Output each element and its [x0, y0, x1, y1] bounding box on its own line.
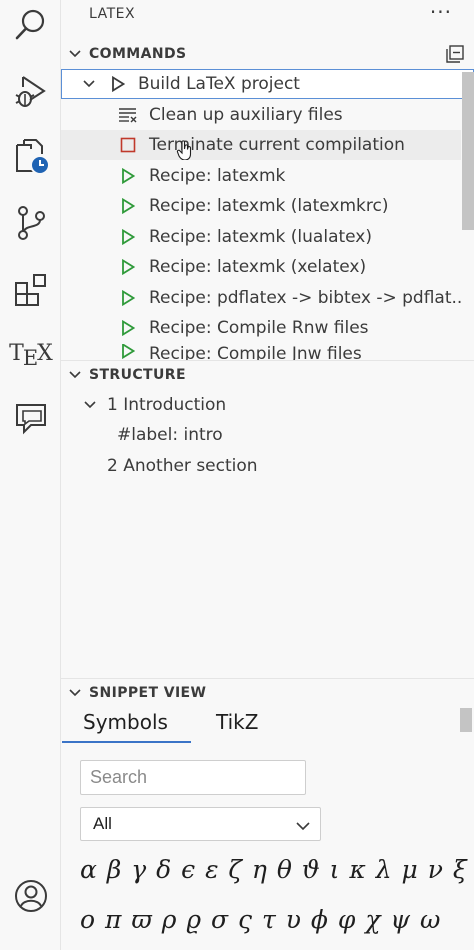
search-placeholder: Search [90, 767, 148, 787]
command-recipe-latexmk[interactable]: Recipe: latexmk [61, 161, 461, 191]
chevron-down-icon [61, 50, 89, 58]
run-debug-icon[interactable] [0, 66, 61, 116]
command-recipe-latexmk-lualatex[interactable]: Recipe: latexmk (lualatex) [61, 222, 461, 252]
clear-all-icon [117, 100, 139, 130]
snippet-view-section-header[interactable]: SNIPPET VIEW [61, 680, 474, 706]
command-recipe-compile-rnw[interactable]: Recipe: Compile Rnw files [61, 313, 461, 343]
greek-symbols-row-2[interactable]: ο π ϖ ρ ϱ σ ς τ υ ϕ φ χ ψ ω [80, 905, 470, 934]
play-green-icon [117, 222, 139, 252]
collapse-all-icon[interactable] [445, 44, 465, 68]
command-recipe-latexmk-xelatex[interactable]: Recipe: latexmk (xelatex) [61, 252, 461, 282]
play-green-icon [117, 161, 139, 191]
play-green-icon [117, 252, 139, 282]
stop-icon [117, 130, 139, 160]
play-green-icon [117, 313, 139, 343]
play-green-icon [117, 191, 139, 221]
panel-title: LATEX [89, 6, 136, 22]
play-green-icon [117, 344, 139, 360]
latex-side-panel: LATEX ··· COMMANDS Build LaTeX project C… [61, 0, 474, 950]
commands-section-title: COMMANDS [89, 46, 187, 62]
structure-section-header[interactable]: STRUCTURE [61, 362, 474, 388]
chevron-down-icon [296, 816, 310, 836]
explorer-timeline-icon[interactable] [0, 131, 61, 181]
structure-item-another-section[interactable]: 2 Another section [61, 451, 461, 481]
chevron-down-icon [61, 371, 89, 379]
tab-tikz[interactable]: TikZ [216, 710, 258, 734]
snippet-view-section-title: SNIPPET VIEW [89, 685, 207, 701]
command-recipe-latexmk-latexmkrc[interactable]: Recipe: latexmk (latexmkrc) [61, 191, 461, 221]
structure-section-title: STRUCTURE [89, 367, 186, 383]
snippet-scrollbar[interactable] [460, 708, 472, 732]
snippet-tabs: Symbols TikZ [61, 710, 474, 744]
command-recipe-compile-jnw[interactable]: Recipe: Compile Jnw files [61, 344, 461, 360]
search-icon[interactable] [0, 0, 61, 50]
section-divider [61, 678, 474, 679]
commands-section-header[interactable]: COMMANDS [61, 41, 474, 67]
command-terminate-compilation[interactable]: Terminate current compilation [61, 130, 461, 160]
category-select-value: All [93, 814, 112, 833]
play-outline-icon [107, 70, 129, 98]
structure-item-introduction[interactable]: 1 Introduction [61, 390, 461, 420]
chevron-down-icon [61, 689, 89, 697]
tab-symbols[interactable]: Symbols [83, 710, 168, 734]
extensions-icon[interactable] [0, 265, 61, 315]
category-select[interactable]: All [80, 807, 321, 841]
tex-icon[interactable]: TEX [0, 328, 61, 378]
hand-cursor-icon [176, 140, 194, 160]
activity-bar: TEX [0, 0, 61, 950]
commands-scrollbar[interactable] [462, 72, 474, 230]
play-green-icon [117, 283, 139, 313]
account-icon[interactable] [0, 871, 61, 921]
structure-item-label-intro[interactable]: #label: intro [61, 420, 461, 450]
command-clean-up[interactable]: Clean up auxiliary files [61, 100, 461, 130]
comments-icon[interactable] [0, 393, 61, 443]
more-actions-icon[interactable]: ··· [430, 0, 452, 24]
section-divider [61, 360, 474, 361]
chevron-down-icon[interactable] [80, 390, 100, 420]
chevron-down-icon[interactable] [79, 70, 99, 98]
command-build-latex-project[interactable]: Build LaTeX project [61, 69, 474, 99]
command-recipe-pdflatex-bibtex[interactable]: Recipe: pdflatex -> bibtex -> pdflat... [61, 283, 461, 313]
greek-symbols-row-1[interactable]: α β γ δ ϵ ε ζ η θ ϑ ι κ λ μ ν ξ [80, 855, 470, 884]
active-tab-indicator [62, 741, 191, 743]
source-control-icon[interactable] [0, 198, 61, 248]
search-input[interactable]: Search [80, 760, 306, 795]
